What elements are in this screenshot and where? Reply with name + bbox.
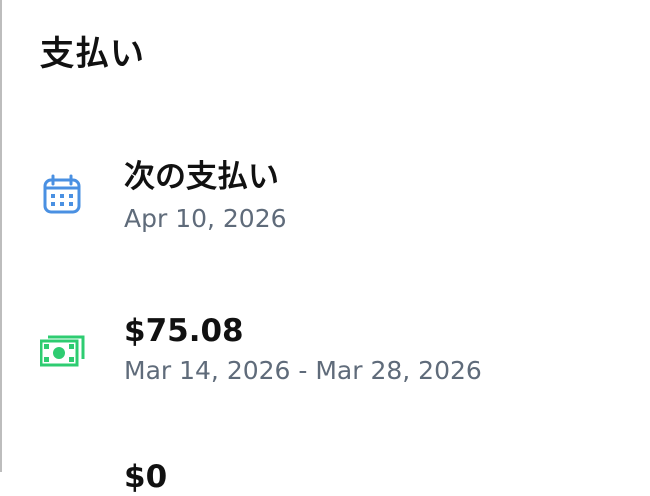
next-payment-date: Apr 10, 2026 [124,204,287,233]
cash-icon [39,331,86,373]
payment-amount: $75.08 [124,313,244,349]
partial-payment-amount: $0 [124,459,168,495]
payment-period: Mar 14, 2026 - Mar 28, 2026 [124,356,482,385]
page-title: 支払い [40,34,145,74]
left-panel-border [0,0,2,472]
next-payment-label: 次の支払い [124,159,279,195]
calendar-icon [40,174,86,216]
